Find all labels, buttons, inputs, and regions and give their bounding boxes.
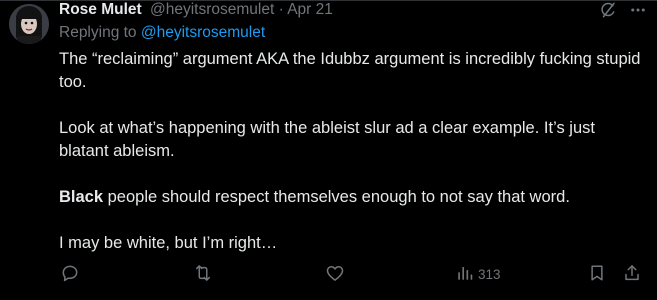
more-icon[interactable] <box>629 1 647 19</box>
tweet-bold-text: Black <box>59 188 104 206</box>
like-icon <box>325 263 345 286</box>
retweet-button[interactable] <box>192 263 214 285</box>
replying-to-mention[interactable]: @heyitsrosemulet <box>141 24 265 41</box>
avatar[interactable] <box>9 4 49 44</box>
views-count: 313 <box>478 266 501 282</box>
bookmark-button[interactable] <box>588 263 606 285</box>
avatar-image <box>9 4 49 44</box>
display-name[interactable]: Rose Mulet <box>59 1 142 18</box>
retweet-icon <box>192 263 214 286</box>
tweet-paragraph: The “reclaiming” argument AKA the Idubbz… <box>59 50 641 91</box>
user-handle[interactable]: @heyitsrosemulet <box>150 1 274 18</box>
bookmark-icon <box>588 263 606 286</box>
share-icon <box>623 263 641 286</box>
tweet-paragraph: I may be white, but I’m right… <box>59 234 278 252</box>
tweet-text-span: people should respect themselves enough … <box>103 188 570 206</box>
tweet-header: Rose Mulet @heyitsrosemulet · Apr 21 <box>59 0 333 20</box>
grok-icon[interactable] <box>599 1 617 19</box>
tweet-top-icons <box>599 0 647 20</box>
views-icon <box>456 263 474 286</box>
tweet-paragraph: Look at what’s happening with the ableis… <box>59 119 595 160</box>
tweet-paragraph: Black people should respect themselves e… <box>59 186 644 209</box>
tweet-text: The “reclaiming” argument AKA the Idubbz… <box>59 48 644 255</box>
share-button[interactable] <box>623 263 641 285</box>
tweet-actions: 313 <box>0 263 657 285</box>
views-button[interactable]: 313 <box>456 263 501 285</box>
reply-button[interactable] <box>60 263 80 285</box>
like-button[interactable] <box>325 263 345 285</box>
replying-to: Replying to @heyitsrosemulet <box>59 23 265 43</box>
header-separator: · <box>278 1 284 18</box>
replying-to-label: Replying to <box>59 24 141 41</box>
tweet-date[interactable]: Apr 21 <box>287 1 333 18</box>
reply-icon <box>60 263 80 286</box>
